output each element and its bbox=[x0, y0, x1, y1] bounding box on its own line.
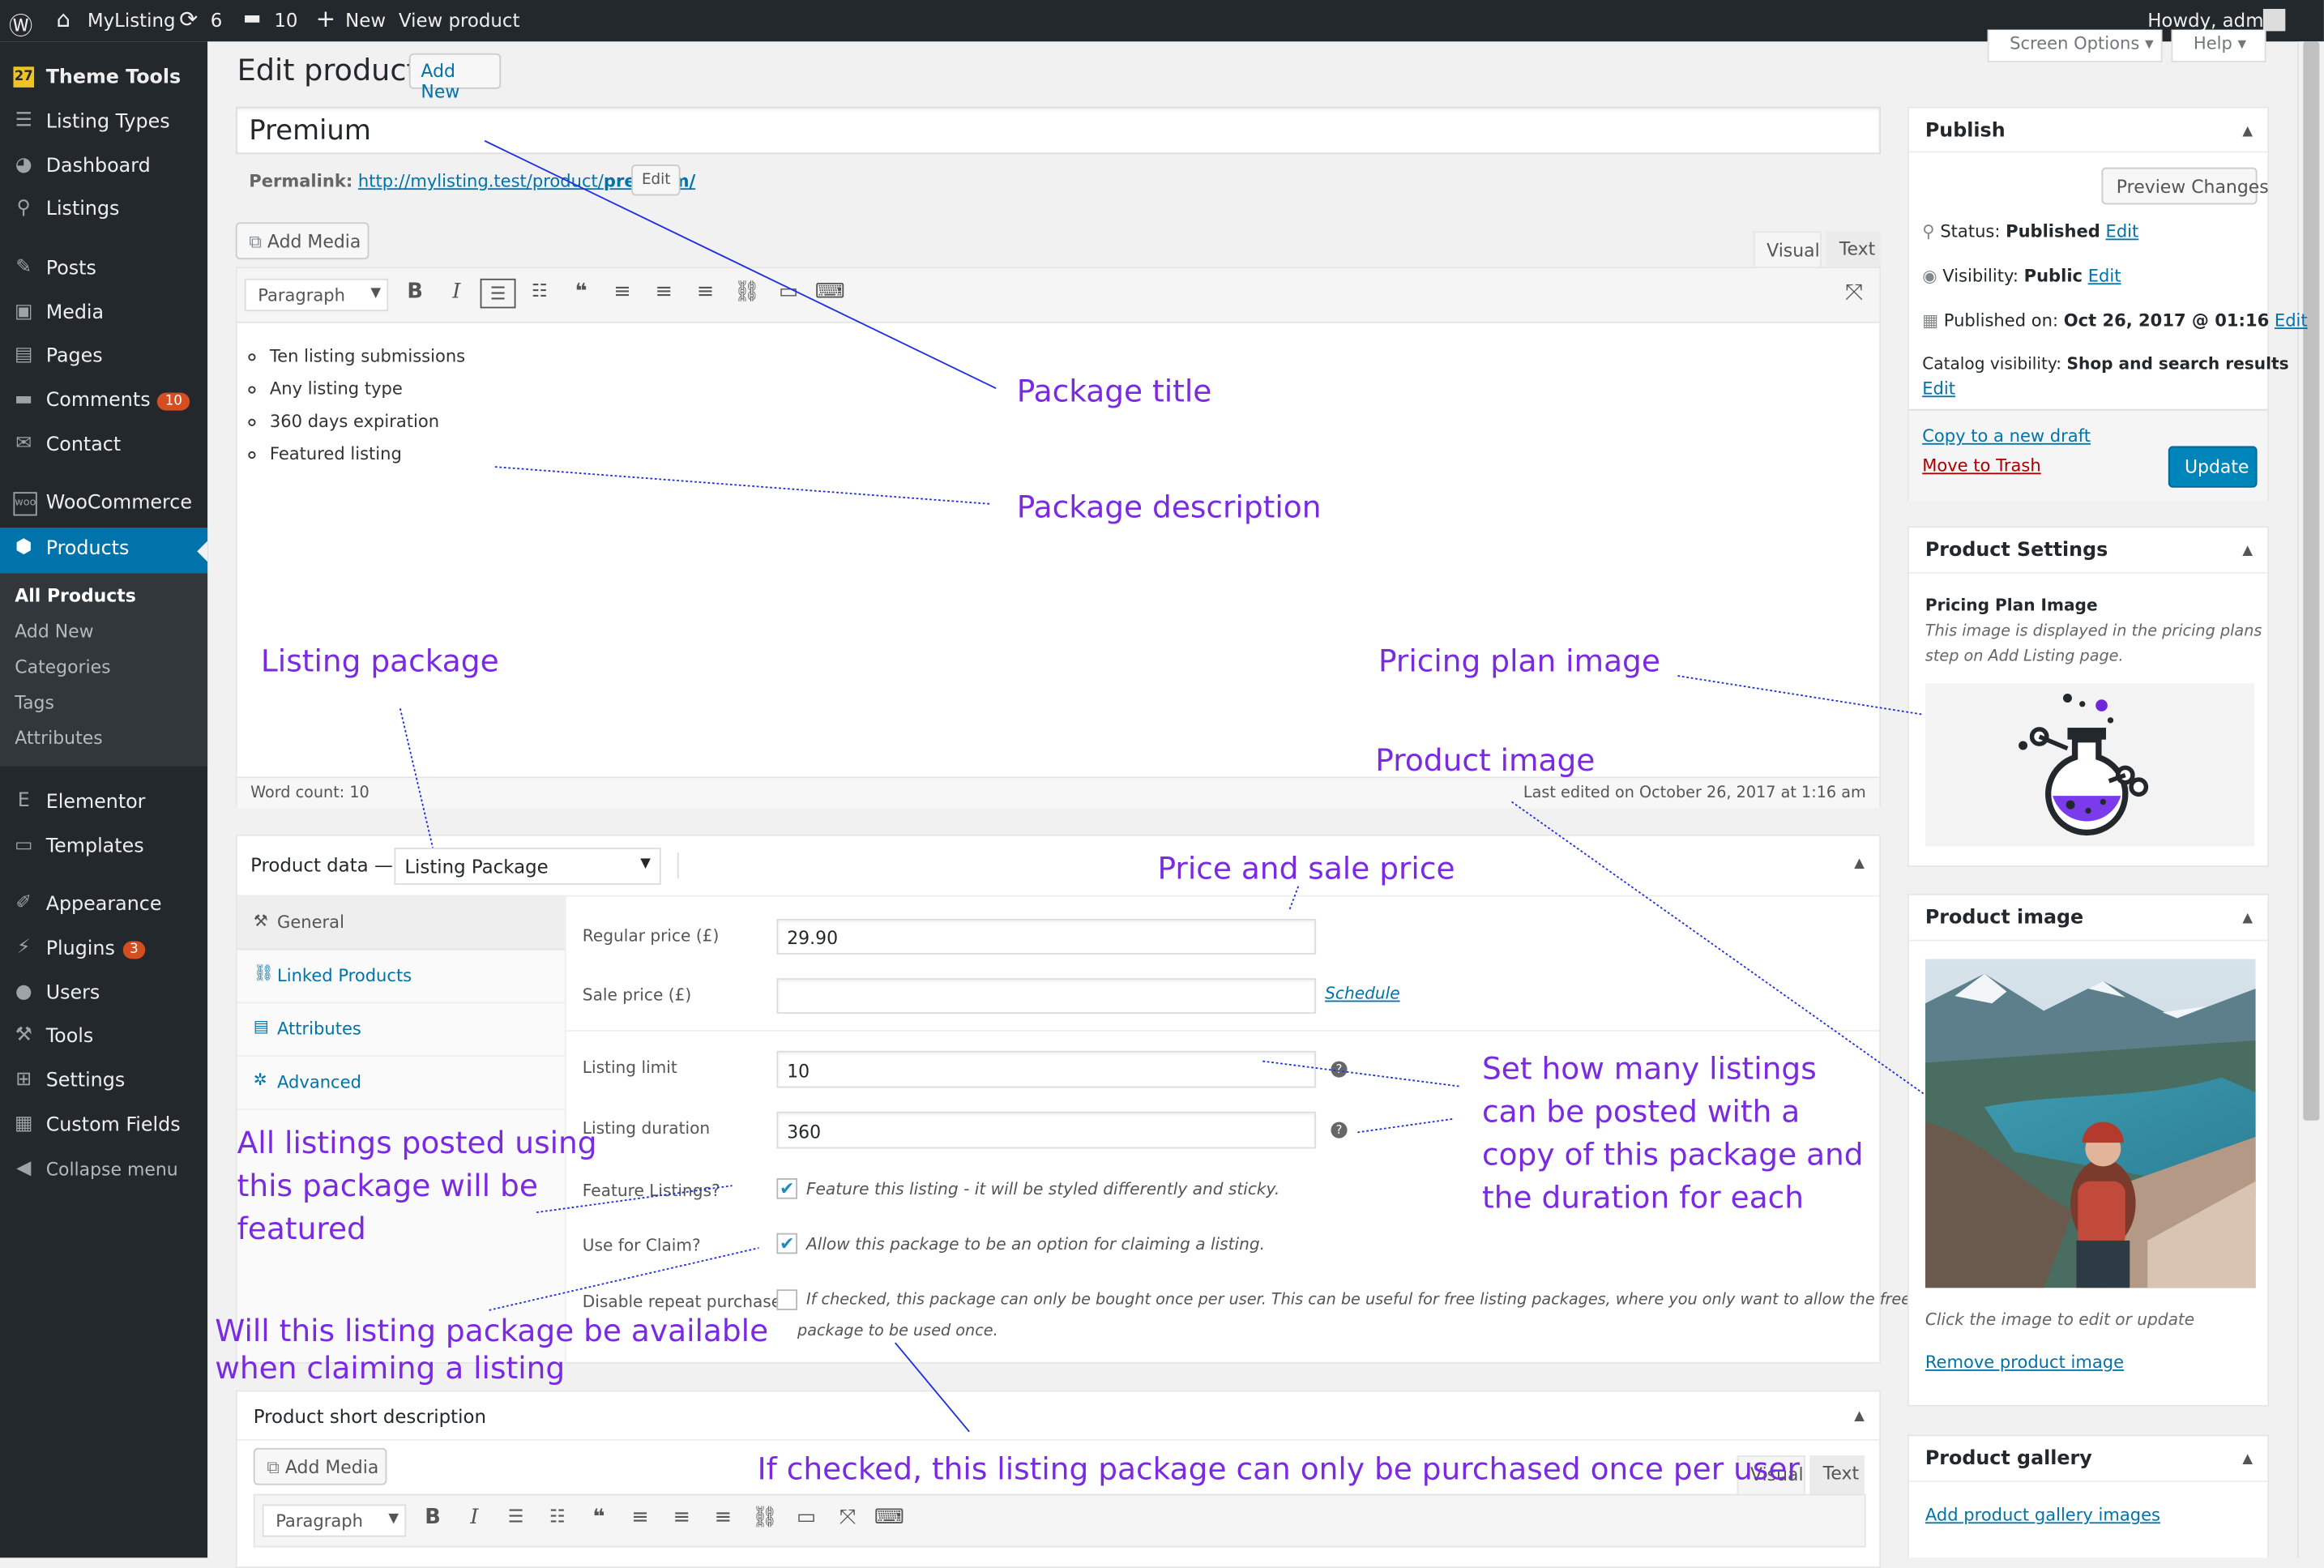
annotation-pricing-plan-image: Pricing plan image bbox=[1378, 643, 1660, 679]
annotation-featured-line-2: this package will be bbox=[237, 1168, 538, 1204]
annotation-claim-line-2: when claiming a listing bbox=[215, 1350, 566, 1386]
annotation-price: Price and sale price bbox=[1157, 850, 1455, 887]
annotation-line-description bbox=[494, 466, 990, 505]
annotation-featured-line-1: All listings posted using bbox=[237, 1125, 597, 1161]
annotation-line-claim bbox=[489, 1247, 759, 1311]
annotation-line-repeat bbox=[895, 1342, 970, 1433]
annotation-product-image: Product image bbox=[1375, 742, 1596, 779]
annotation-featured-line-3: featured bbox=[237, 1211, 366, 1247]
annotation-line-pricing-image bbox=[1677, 675, 1923, 716]
annotation-line-featured bbox=[536, 1185, 733, 1214]
annotation-line-limit bbox=[1262, 1060, 1460, 1087]
annotation-listing-package: Listing package bbox=[260, 643, 499, 679]
annotation-line-title bbox=[484, 139, 997, 390]
annotation-line-duration bbox=[1357, 1117, 1453, 1134]
annotation-claim-line-1: Will this listing package be available bbox=[215, 1313, 769, 1349]
annotation-package-description: Package description bbox=[1016, 489, 1322, 525]
annotation-line-package bbox=[399, 708, 434, 848]
annotation-listings-line-4: the duration for each bbox=[1482, 1179, 1805, 1216]
annotation-package-title: Package title bbox=[1016, 373, 1212, 409]
annotation-listings-line-3: copy of this package and bbox=[1482, 1136, 1864, 1173]
annotation-repeat-purchase: If checked, this listing package can onl… bbox=[757, 1451, 1800, 1487]
annotation-listings-line-1: Set how many listings bbox=[1482, 1050, 1817, 1087]
annotation-listings-line-2: can be posted with a bbox=[1482, 1093, 1801, 1130]
